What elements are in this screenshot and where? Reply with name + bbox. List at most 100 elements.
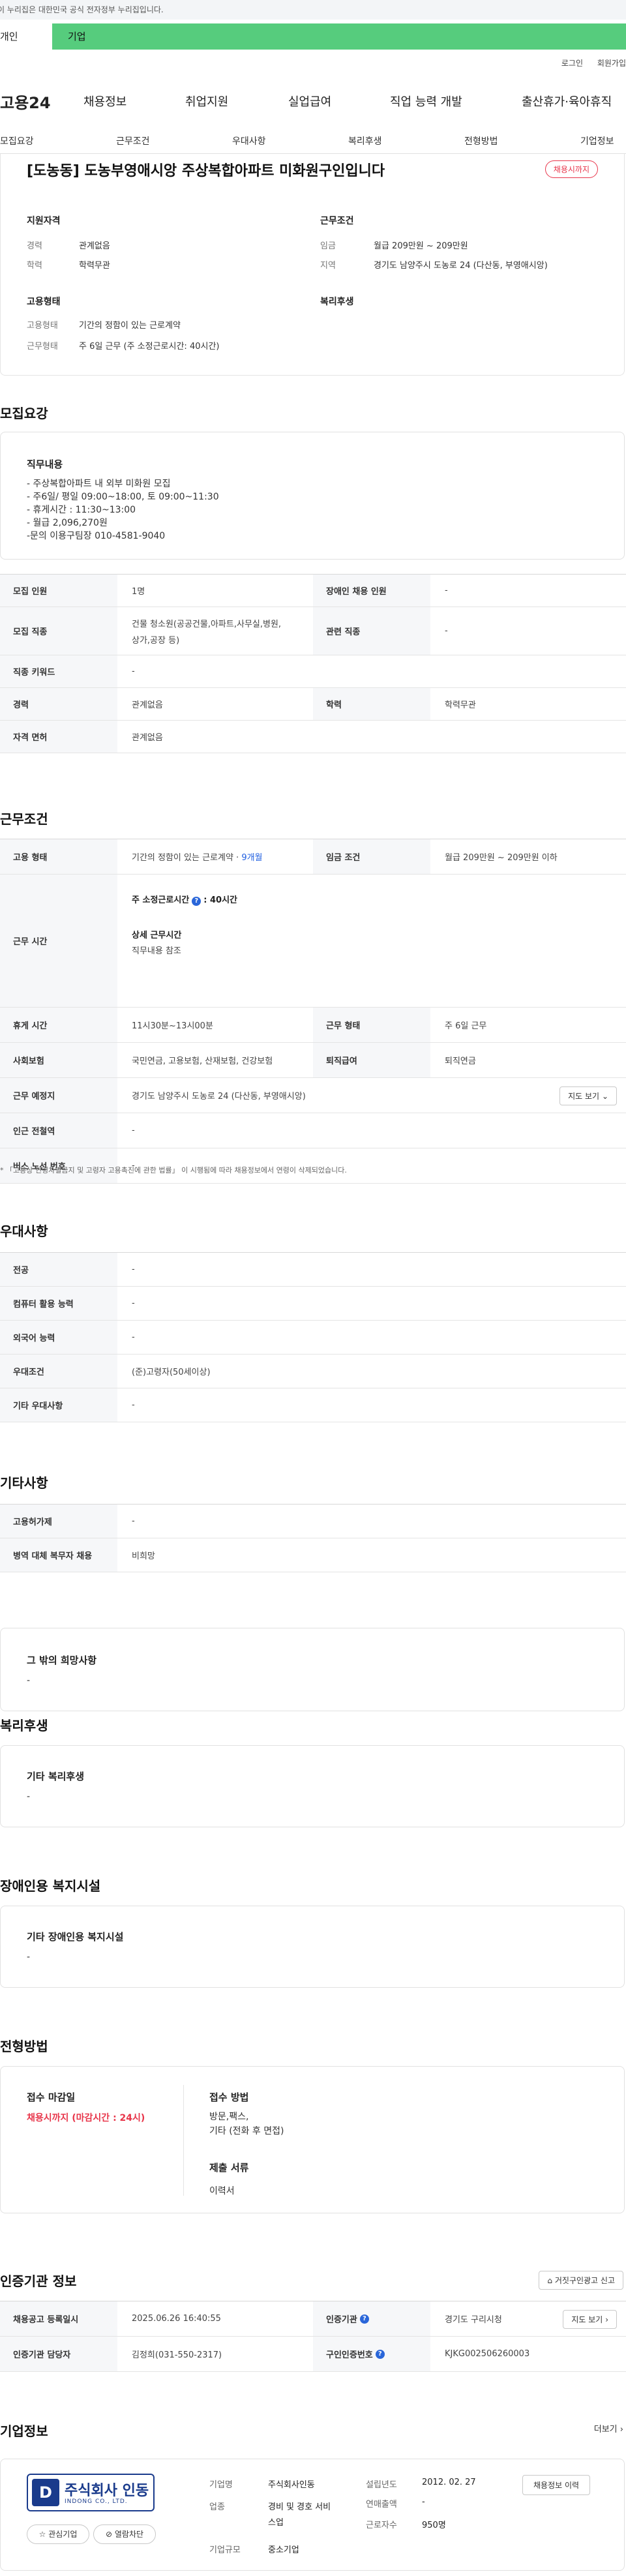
tab-workcond[interactable]: 근무조건 bbox=[116, 134, 150, 147]
chevron-down-icon: ⌄ bbox=[601, 1092, 608, 1101]
tab-recruit[interactable]: 모집요강 bbox=[0, 134, 34, 147]
table-row: 인근 전철역 - bbox=[0, 1113, 626, 1148]
insurance-label: 사회보험 bbox=[0, 1043, 117, 1077]
career-value: 관계없음 bbox=[132, 700, 163, 710]
subway-value: - bbox=[132, 1126, 135, 1135]
headcount-label: 모집 인원 bbox=[0, 575, 117, 607]
career-label: 경력 bbox=[0, 688, 117, 720]
recruit-title: 모집요강 bbox=[0, 406, 48, 421]
favorite-button[interactable]: ☆ 관심기업 bbox=[27, 2524, 89, 2544]
info-icon[interactable]: ? bbox=[359, 2314, 369, 2324]
tab-selection[interactable]: 전형방법 bbox=[464, 134, 498, 147]
cname-value: 주식회사인동 bbox=[268, 2480, 315, 2490]
site-logo[interactable]: 고용24 bbox=[0, 90, 51, 113]
cname-label: 기업명 bbox=[209, 2480, 233, 2490]
duty-line: -문의 이용구팀장 010-4581-9040 bbox=[27, 531, 166, 541]
more-link[interactable]: 더보기 › bbox=[594, 2422, 623, 2434]
preference-table: 전공 - 컴퓨터 활용 능력 - 외국어 능력 - 우대조건 (준)고령자(50… bbox=[0, 1252, 626, 1422]
severance-label: 퇴직급여 bbox=[313, 1043, 430, 1077]
table-row: 우대조건 (준)고령자(50세이상) bbox=[0, 1355, 626, 1388]
job-type-value: 건물 청소원(공공건물,아파트,사무실,병원, 상가,공장 등) bbox=[117, 607, 281, 655]
wage-cond-value: 월급 209만원 ~ 209만원 이하 bbox=[445, 853, 558, 863]
pref-etc-label: 기타 우대사항 bbox=[0, 1388, 117, 1422]
size-label: 기업규모 bbox=[209, 2545, 241, 2555]
gnb-item-leave[interactable]: 출산휴가·육아휴직 bbox=[522, 93, 612, 110]
duty-line: - 주상복합아파트 내 외부 미화원 모집 bbox=[27, 479, 171, 489]
hours-label: 근무 시간 bbox=[0, 875, 117, 1007]
num-label: 구인인증번호? bbox=[313, 2337, 430, 2371]
gnb-item-training[interactable]: 직업 능력 개발 bbox=[390, 93, 462, 110]
disabled-label: 장애인 채용 인원 bbox=[313, 575, 430, 607]
num-value: KJKG002506260003 bbox=[445, 2349, 530, 2359]
table-row: 모집 직종 건물 청소원(공공건물,아파트,사무실,병원, 상가,공장 등) 관… bbox=[0, 607, 626, 655]
workform-label: 근무형태 bbox=[27, 342, 58, 352]
info-icon[interactable]: ? bbox=[192, 897, 201, 906]
pref-etc-value: - bbox=[132, 1400, 135, 1410]
other-title: 기타사항 bbox=[0, 1475, 48, 1491]
place-value: 경기도 남양주시 도농로 24 (다산동, 부영애시앙) bbox=[132, 1092, 306, 1101]
table-row: 외국어 능력 - bbox=[0, 1321, 626, 1355]
duty-line: - 주6일/ 평일 09:00~18:00, 토 09:00~11:30 bbox=[27, 492, 219, 502]
deadline-badge: 채용시까지 bbox=[544, 160, 598, 178]
report-button[interactable]: ⌂ 거짓구인광고 신고 bbox=[539, 2271, 623, 2290]
favorite-label: 관심기업 bbox=[48, 2530, 78, 2539]
industry-line: 경비 및 경호 서비 bbox=[268, 2502, 331, 2512]
computer-label: 컴퓨터 활용 능력 bbox=[0, 1287, 117, 1320]
rest-label: 휴게 시간 bbox=[0, 1008, 117, 1042]
preference-title: 우대사항 bbox=[0, 1223, 48, 1239]
industry-label: 업종 bbox=[209, 2502, 225, 2512]
employment-value: 기간의 정함이 있는 근로계약 bbox=[79, 321, 181, 331]
keyword-value: - bbox=[132, 666, 135, 676]
hours-detail-val: 직무내용 참조 bbox=[132, 946, 181, 956]
welfare-title: 복리후생 bbox=[0, 1718, 48, 1733]
gnb-item-jobs[interactable]: 채용정보 bbox=[83, 93, 127, 110]
history-button[interactable]: 채용정보 이력 bbox=[522, 2475, 591, 2495]
utility-menu: 로그인 회원가입 bbox=[550, 57, 626, 68]
agency-title: 인증기관 정보 bbox=[0, 2273, 77, 2289]
workers-label: 근로자수 bbox=[366, 2521, 397, 2530]
facility-box: 기타 장애인용 복지시설 - bbox=[0, 1906, 625, 1988]
age-note: * 「고용상 연령차별금지 및 고령자 고용촉진에 관한 법률」 이 시행됨에 … bbox=[0, 1166, 347, 1175]
employment-heading: 고용형태 bbox=[27, 297, 61, 307]
employ-permit-value: - bbox=[132, 1516, 135, 1526]
cond-value: (준)고령자(50세이상) bbox=[132, 1368, 211, 1377]
docs-heading: 제출 서류 bbox=[209, 2162, 249, 2174]
page: 이 누리집은 대한민국 공식 전자정부 누리집입니다. 개인 기업 로그인 회원… bbox=[0, 0, 626, 2576]
wage-cond-label: 임금 조건 bbox=[313, 839, 430, 874]
block-button[interactable]: ⊘ 열람차단 bbox=[93, 2524, 156, 2544]
join-link[interactable]: 회원가입 bbox=[597, 59, 626, 68]
tab-welfare[interactable]: 복리후생 bbox=[348, 134, 382, 147]
license-value: 관계없음 bbox=[132, 733, 163, 743]
table-row: 병역 대체 복무자 채용 비희망 bbox=[0, 1538, 626, 1572]
info-icon[interactable]: ? bbox=[375, 2349, 385, 2359]
location-value: 경기도 남양주시 도농로 24 (다산동, 부영애시앙) bbox=[374, 261, 548, 271]
gov-notice-bar: 이 누리집은 대한민국 공식 전자정부 누리집입니다. bbox=[0, 0, 626, 20]
tab-personal[interactable]: 개인 bbox=[0, 23, 52, 50]
table-row: 근무 예정지 경기도 남양주시 도농로 24 (다산동, 부영애시앙) 지도 보… bbox=[0, 1078, 626, 1113]
tab-company[interactable]: 기업정보 bbox=[580, 134, 614, 147]
selection-box: 접수 마감일 채용시까지 (마감시간 : 24시) 접수 방법 방문,팩스, 기… bbox=[0, 2066, 625, 2213]
gnb-item-benefit[interactable]: 실업급여 bbox=[288, 93, 331, 110]
agency-map-button[interactable]: 지도 보기 › bbox=[563, 2310, 617, 2329]
section-tabs: 모집요강 근무조건 우대사항 복리후생 전형방법 기업정보 bbox=[0, 130, 626, 154]
cond-label: 우대조건 bbox=[0, 1355, 117, 1388]
education-value: 학력무관 bbox=[79, 261, 110, 271]
logo-mark: D bbox=[32, 2479, 59, 2506]
military-value: 비희망 bbox=[132, 1551, 155, 1561]
report-icon: ⌂ bbox=[547, 2276, 553, 2285]
gnb-item-support[interactable]: 취업지원 bbox=[185, 93, 228, 110]
selection-title: 전형방법 bbox=[0, 2039, 48, 2054]
hours-main-val: : 40시간 bbox=[203, 895, 237, 905]
employ-permit-label: 고용허가제 bbox=[0, 1505, 117, 1538]
login-link[interactable]: 로그인 bbox=[561, 59, 583, 68]
reg-label: 채용공고 등록일시 bbox=[0, 2301, 117, 2336]
logo-name: 주식회사 인동 bbox=[65, 2483, 149, 2499]
welfare-value: - bbox=[27, 1791, 31, 1802]
rest-value: 11시30분~13시00분 bbox=[132, 1021, 213, 1031]
tab-company[interactable]: 기업 bbox=[52, 23, 626, 50]
severance-value: 퇴직연금 bbox=[445, 1056, 476, 1066]
map-button[interactable]: 지도 보기 ⌄ bbox=[559, 1086, 617, 1105]
report-button-label: 거짓구인광고 신고 bbox=[554, 2276, 615, 2285]
career-value: 관계없음 bbox=[79, 241, 110, 251]
tab-preference[interactable]: 우대사항 bbox=[232, 134, 266, 147]
